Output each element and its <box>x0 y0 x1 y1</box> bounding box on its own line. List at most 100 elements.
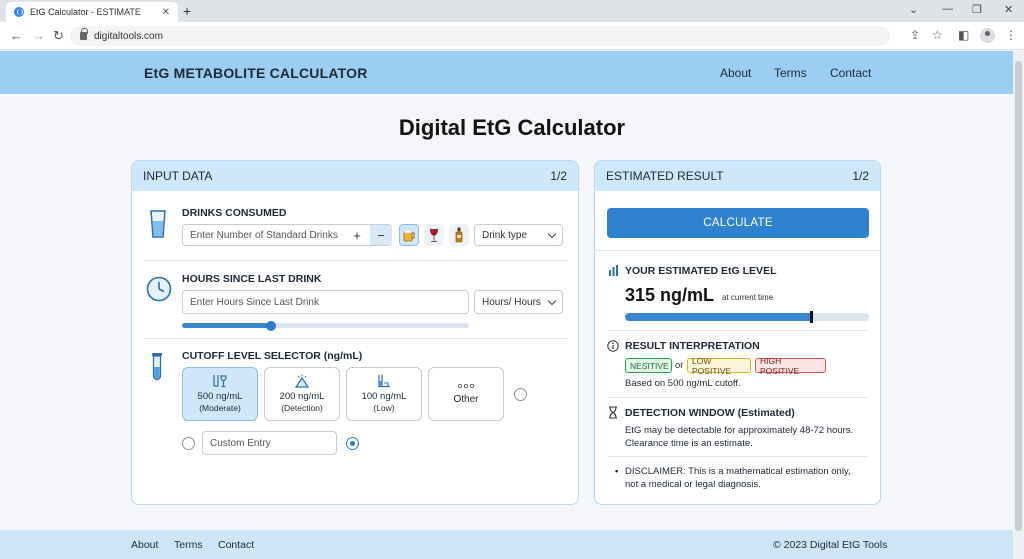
close-icon[interactable]: ✕ <box>162 7 170 18</box>
hours-slider-fill <box>182 323 271 328</box>
url-text: digitaltools.com <box>94 30 163 42</box>
cutoff-value: 200 ng/mL <box>279 390 325 402</box>
nav-contact[interactable]: Contact <box>830 66 871 80</box>
brand-title: EtG METABOLITE CALCULATOR <box>144 65 368 81</box>
address-bar: ← → ↻ digitaltools.com ⇪ ☆ ◧ ⋮ <box>0 22 1024 50</box>
url-field[interactable]: digitaltools.com <box>70 26 890 46</box>
glass-icon <box>150 210 166 238</box>
level-value: 315 ng/mL <box>625 285 715 305</box>
profile-avatar[interactable] <box>980 28 995 43</box>
cutoff-value: Other <box>453 394 479 405</box>
star-icon[interactable]: ☆ <box>932 28 943 42</box>
custom-confirm-radio[interactable] <box>346 437 359 450</box>
chevron-down-icon[interactable]: ⌄ <box>909 3 918 16</box>
input-card-step: 1/2 <box>550 169 567 183</box>
disclaimer-line2: not a medical or legal diagnosis. <box>625 479 761 490</box>
hourglass-icon <box>609 406 617 419</box>
chevron-down-icon <box>547 229 557 238</box>
hours-unit-value: Hours/ Hours <box>482 296 541 308</box>
hours-unit-select[interactable]: Hours/ Hours <box>474 290 563 314</box>
footer-terms[interactable]: Terms <box>174 539 203 551</box>
divider <box>144 338 568 339</box>
sidebar-icon[interactable]: ◧ <box>958 28 969 42</box>
reload-icon[interactable]: ↻ <box>53 28 64 44</box>
browser-tab[interactable]: EtG Calculator - ESTIMATE ✕ <box>6 2 178 22</box>
test-tube-icon <box>152 353 162 381</box>
globe-icon <box>14 7 24 17</box>
cutoff-value: 500 ng/mL <box>197 390 243 402</box>
detection-icon <box>294 374 310 388</box>
divider <box>595 250 880 251</box>
decrement-button[interactable]: − <box>370 225 392 245</box>
badge-low-positive: LOW POSITIVE <box>687 356 751 376</box>
footer-copyright: © 2023 Digital EtG Tools <box>773 539 888 551</box>
more-icon <box>457 384 474 389</box>
info-icon <box>607 340 619 352</box>
chevron-down-icon <box>547 296 557 305</box>
footer-contact[interactable]: Contact <box>218 539 254 551</box>
other-radio[interactable] <box>514 388 527 401</box>
increment-button[interactable]: + <box>346 225 368 245</box>
level-bar-fill <box>625 313 811 321</box>
minimize-icon[interactable]: — <box>942 3 953 15</box>
page-title: Digital EtG Calculator <box>398 115 626 140</box>
restore-icon[interactable]: ❐ <box>972 3 982 16</box>
calculate-button[interactable]: CALCULATE <box>607 208 869 238</box>
cutoff-option-other[interactable]: Other <box>428 367 504 421</box>
interpretation-basis: Based on 500 ng/mL cutoff. <box>625 378 741 389</box>
badge-negative: NESITIVE <box>625 358 672 373</box>
clock-icon <box>146 276 172 302</box>
divider <box>607 397 869 398</box>
nav-about[interactable]: About <box>720 66 751 80</box>
share-icon[interactable]: ⇪ <box>910 28 920 42</box>
drinks-label: DRINKS CONSUMED <box>182 207 287 219</box>
cutoff-sub: (Low) <box>373 403 395 414</box>
result-card-title: ESTIMATED RESULT <box>606 169 724 183</box>
custom-radio[interactable] <box>182 437 195 450</box>
hours-placeholder: Enter Hours Since Last Drink <box>190 296 319 308</box>
nav-terms[interactable]: Terms <box>774 66 807 80</box>
hours-input[interactable]: Enter Hours Since Last Drink <box>182 290 469 314</box>
beaker-icon <box>213 374 227 387</box>
cutoff-option-500[interactable]: 500 ng/mL (Moderate) <box>182 367 258 421</box>
menu-icon[interactable]: ⋮ <box>1005 28 1017 42</box>
beer-button[interactable] <box>399 224 419 246</box>
custom-entry-input[interactable]: Custom Entry <box>202 431 337 455</box>
cutoff-option-200[interactable]: 200 ng/mL (Detection) <box>264 367 340 421</box>
lock-icon <box>80 28 88 40</box>
detection-window-label: DETECTION WINDOW (Estimated) <box>625 407 795 419</box>
liquor-button[interactable] <box>449 224 469 246</box>
level-label: YOUR ESTIMATED EtG LEVEL <box>625 265 777 277</box>
hours-slider-thumb[interactable] <box>265 320 276 331</box>
bullet-icon: • <box>615 466 619 477</box>
wine-button[interactable] <box>424 224 444 246</box>
level-bar-marker <box>810 311 814 323</box>
drinks-input[interactable]: Enter Number of Standard Drinks + − <box>182 224 392 246</box>
result-card-step: 1/2 <box>852 169 869 183</box>
level-sub: at current time <box>722 293 774 302</box>
divider <box>607 456 869 457</box>
window-close-icon[interactable]: ✕ <box>1004 3 1013 16</box>
detection-window-line1: EtG may be detectable for approximately … <box>625 425 854 436</box>
cutoff-label: CUTOFF LEVEL SELECTOR (ng/mL) <box>182 350 363 362</box>
input-data-card: INPUT DATA 1/2 DRINKS CONSUMED Enter Num… <box>131 160 579 505</box>
divider <box>607 330 869 331</box>
wine-icon <box>430 228 438 242</box>
footer-about[interactable]: About <box>131 539 158 551</box>
liquor-icon <box>455 227 463 243</box>
beer-icon <box>403 229 415 242</box>
divider <box>144 260 568 261</box>
browser-tabbar: EtG Calculator - ESTIMATE ✕ + ⌄ — ❐ ✕ <box>0 0 1024 22</box>
low-level-icon <box>378 374 390 387</box>
detection-window-line2: Clearance time is an estimate. <box>625 438 753 449</box>
drink-type-select[interactable]: Drink type <box>474 224 563 246</box>
cutoff-option-100[interactable]: 100 ng/mL (Low) <box>346 367 422 421</box>
hours-label: HOURS SINCE LAST DRINK <box>182 273 322 285</box>
new-tab-icon[interactable]: + <box>183 3 191 19</box>
input-card-header: INPUT DATA 1/2 <box>132 161 578 191</box>
input-card-title: INPUT DATA <box>143 169 213 183</box>
forward-icon[interactable]: → <box>32 28 45 43</box>
site-header: EtG METABOLITE CALCULATOR About Terms Co… <box>0 51 1013 94</box>
back-icon[interactable]: ← <box>10 28 23 43</box>
cutoff-sub: (Moderate) <box>199 403 241 414</box>
